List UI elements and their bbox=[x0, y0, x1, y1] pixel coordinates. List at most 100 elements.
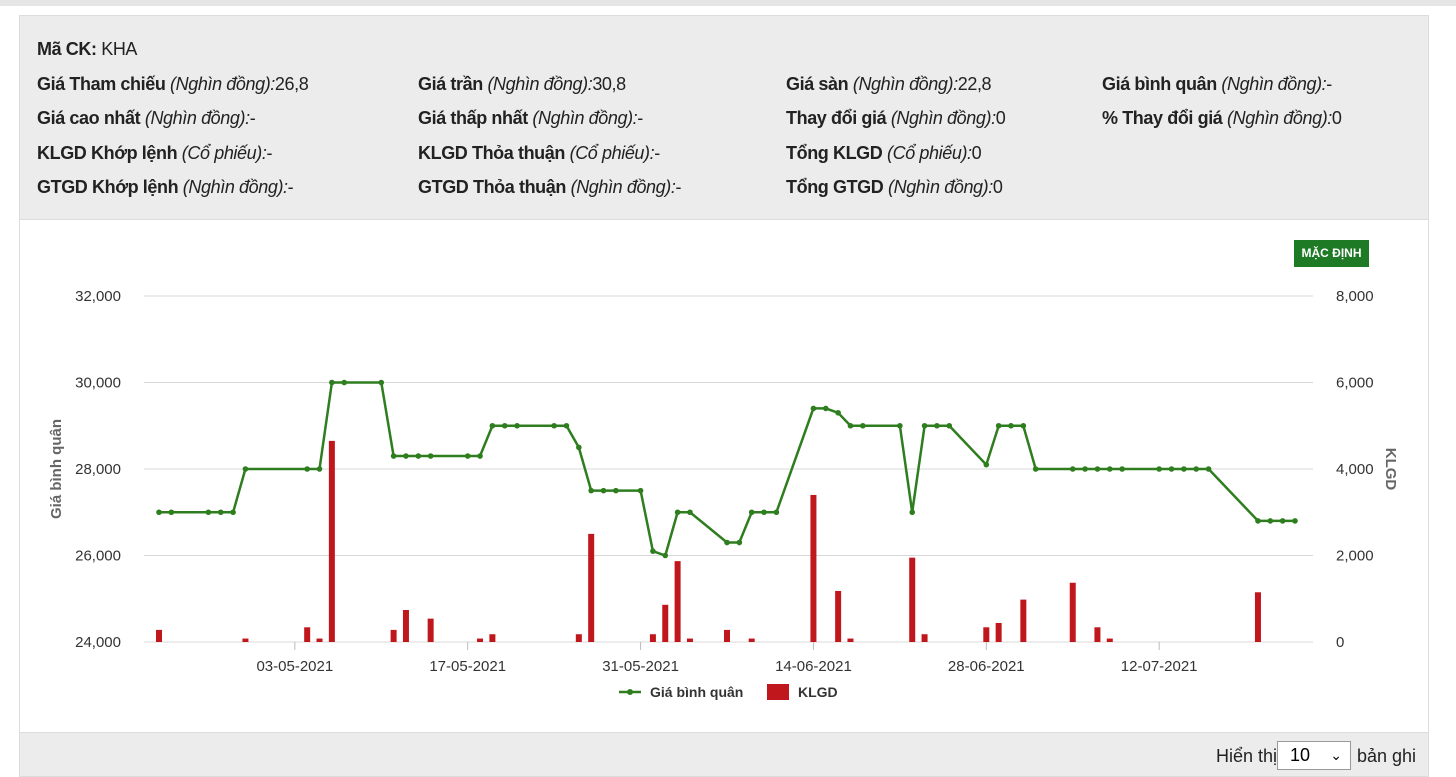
price-point bbox=[1279, 518, 1286, 524]
volume-bar bbox=[995, 622, 1002, 642]
volume-bar bbox=[402, 609, 409, 642]
volume-bar bbox=[649, 634, 656, 642]
y-right-tick-label: 6,000 bbox=[1336, 375, 1374, 392]
price-point bbox=[909, 509, 916, 516]
price-point bbox=[230, 509, 236, 516]
price-point bbox=[588, 487, 594, 494]
price-point bbox=[822, 405, 829, 412]
y-left-tick-label: 32,000 bbox=[75, 288, 121, 305]
price-point bbox=[810, 405, 817, 412]
price-point bbox=[650, 548, 656, 554]
price-point bbox=[1181, 466, 1187, 472]
volume-bar bbox=[1020, 599, 1027, 642]
price-point bbox=[403, 453, 409, 459]
price-point bbox=[1094, 466, 1101, 472]
price-point bbox=[921, 422, 928, 429]
volume-bar bbox=[921, 634, 928, 642]
y-right-tick-label: 4,000 bbox=[1336, 461, 1374, 478]
x-tick-label: 14-06-2021 bbox=[775, 658, 852, 675]
page-size-select[interactable]: 10 ⌄ bbox=[1277, 741, 1351, 770]
show-label: Hiển thị bbox=[1216, 746, 1278, 766]
price-point bbox=[1255, 518, 1261, 524]
page-size-value: 10 bbox=[1290, 745, 1311, 765]
price-point bbox=[1020, 422, 1027, 429]
price-point bbox=[983, 461, 990, 468]
price-point bbox=[934, 422, 940, 429]
price-point bbox=[600, 487, 607, 494]
price-point bbox=[748, 509, 755, 516]
price-point bbox=[563, 422, 570, 429]
price-point bbox=[341, 379, 348, 386]
price-point bbox=[551, 422, 557, 429]
price-point bbox=[847, 422, 854, 429]
volume-bar bbox=[390, 629, 397, 642]
y-left-tick-label: 24,000 bbox=[75, 634, 121, 651]
volume-bar bbox=[1094, 627, 1101, 642]
y-left-axis-title: Giá bình quân bbox=[48, 419, 65, 519]
volume-bar bbox=[674, 561, 681, 642]
volume-bar bbox=[304, 627, 311, 642]
volume-bar bbox=[983, 627, 990, 642]
y-left-tick-label: 30,000 bbox=[75, 375, 121, 392]
volume-bar bbox=[1069, 582, 1076, 642]
x-tick-label: 12-07-2021 bbox=[1121, 658, 1198, 675]
price-point bbox=[946, 422, 953, 429]
price-point bbox=[1168, 466, 1175, 472]
price-point bbox=[674, 509, 681, 516]
price-point bbox=[156, 509, 162, 516]
legend-bar-swatch bbox=[767, 684, 789, 700]
y-right-tick-label: 2,000 bbox=[1336, 548, 1374, 565]
price-point bbox=[773, 509, 780, 516]
price-point bbox=[477, 453, 483, 459]
price-point bbox=[427, 453, 434, 459]
price-point bbox=[390, 453, 397, 459]
y-right-tick-label: 8,000 bbox=[1336, 288, 1374, 305]
price-point bbox=[897, 422, 903, 429]
y-right-axis-title: KLGD bbox=[1382, 448, 1399, 491]
y-right-tick-label: 0 bbox=[1336, 634, 1344, 651]
y-left-tick-label: 28,000 bbox=[75, 461, 121, 478]
price-point bbox=[995, 422, 1002, 429]
price-point bbox=[1193, 466, 1200, 472]
volume-bar bbox=[835, 590, 842, 642]
price-point bbox=[514, 422, 520, 429]
legend-label-price: Giá bình quân bbox=[650, 684, 743, 700]
price-volume-chart: 24,000 0 26,000 2,000 28,000 4,000 30,000 6,000… bbox=[48, 288, 1399, 700]
price-point bbox=[501, 422, 508, 429]
price-point bbox=[736, 539, 743, 546]
price-point bbox=[761, 509, 767, 516]
price-point bbox=[378, 379, 385, 386]
volume-bar bbox=[328, 440, 335, 642]
price-point bbox=[1267, 518, 1274, 524]
volume-bar bbox=[316, 638, 323, 642]
price-point bbox=[316, 466, 323, 472]
x-tick-label: 31-05-2021 bbox=[602, 658, 679, 675]
records-label: bản ghi bbox=[1357, 746, 1417, 766]
volume-bar bbox=[662, 604, 669, 642]
price-point bbox=[835, 409, 841, 416]
volume-bar bbox=[156, 629, 162, 642]
legend-line-dot bbox=[627, 689, 633, 695]
volume-bar bbox=[847, 638, 854, 642]
volume-bar bbox=[588, 533, 595, 642]
price-point bbox=[217, 509, 224, 516]
legend-label-volume: KLGD bbox=[798, 684, 838, 700]
price-point bbox=[1032, 466, 1039, 472]
price-point bbox=[637, 487, 644, 494]
price-point bbox=[242, 466, 249, 472]
price-point bbox=[662, 552, 669, 559]
price-point bbox=[1292, 518, 1298, 524]
volume-bar bbox=[427, 618, 434, 642]
volume-bar bbox=[724, 629, 730, 642]
price-point bbox=[1156, 466, 1162, 472]
price-point bbox=[1205, 466, 1212, 472]
price-point bbox=[724, 539, 730, 546]
volume-bar bbox=[748, 638, 755, 642]
price-point bbox=[168, 509, 175, 516]
price-point bbox=[1082, 466, 1088, 472]
price-point bbox=[1069, 466, 1076, 472]
price-point bbox=[304, 466, 310, 472]
volume-bar bbox=[686, 638, 693, 642]
price-point bbox=[1119, 466, 1125, 472]
price-point bbox=[1106, 466, 1113, 472]
